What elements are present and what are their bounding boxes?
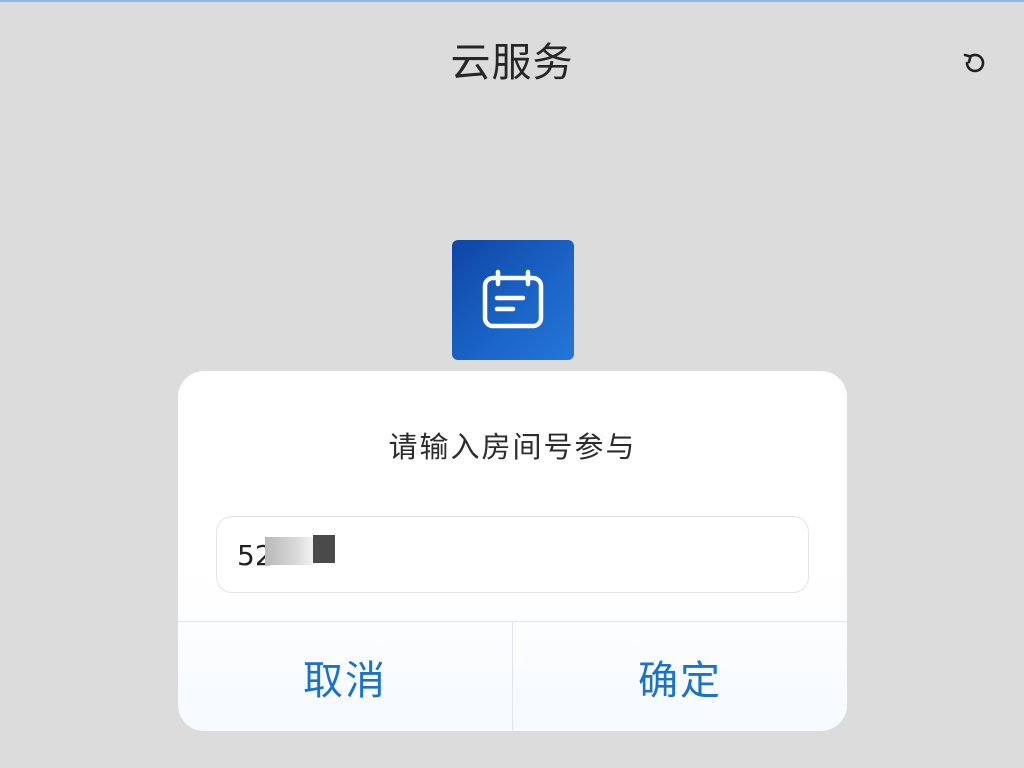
redaction-mask-dark — [313, 535, 335, 563]
page-title: 云服务 — [450, 40, 574, 86]
redaction-mask — [265, 537, 349, 565]
join-room-dialog: 请输入房间号参与 52 取消 确定 — [178, 371, 847, 731]
room-number-input[interactable]: 52 — [216, 516, 809, 593]
dialog-title: 请输入房间号参与 — [388, 430, 637, 464]
refresh-icon — [963, 53, 985, 73]
header-bar: 云服务 — [0, 0, 1024, 110]
calendar-icon — [482, 269, 544, 329]
confirm-button[interactable]: 确定 — [513, 622, 847, 731]
cancel-button[interactable]: 取消 — [178, 622, 512, 731]
refresh-button[interactable] — [956, 44, 994, 82]
app-icon[interactable] — [452, 240, 574, 360]
